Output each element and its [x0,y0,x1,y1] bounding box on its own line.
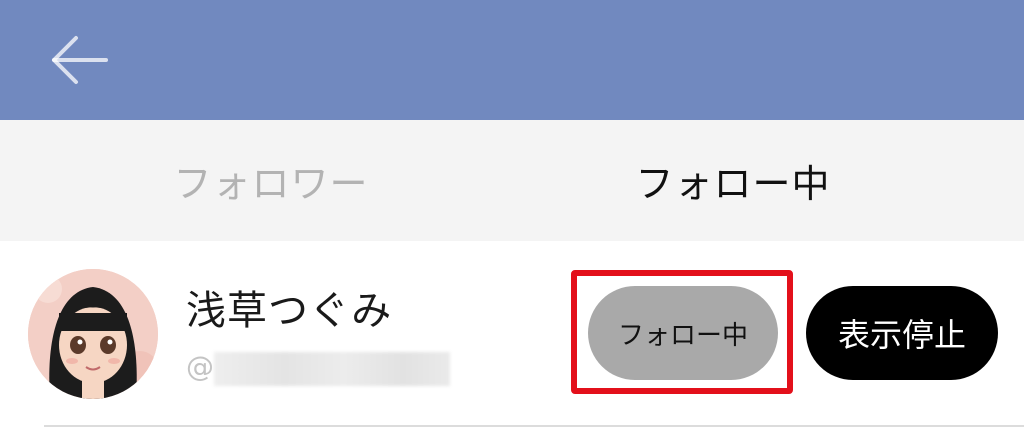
avatar[interactable] [28,269,158,399]
tab-followers[interactable]: フォロワー [0,120,512,241]
app-header [0,0,1024,120]
tab-following[interactable]: フォロー中 [512,120,1024,241]
hide-button[interactable]: 表示停止 [806,286,998,380]
following-button[interactable]: フォロー中 [588,286,778,380]
tab-bar: フォロワー フォロー中 [0,120,1024,241]
user-handle-prefix: @ [186,350,214,383]
user-display-name: 浅草つぐみ [186,288,393,334]
back-button[interactable] [44,28,114,92]
blurred-handle [214,352,450,386]
avatar-image [28,269,158,399]
arrow-left-icon [52,36,108,84]
row-divider [44,425,1024,427]
